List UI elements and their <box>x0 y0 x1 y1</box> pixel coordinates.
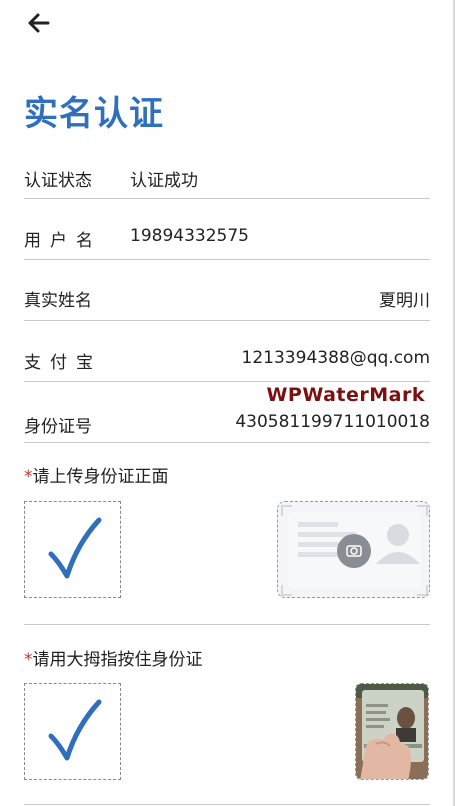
real-name-row: 真实姓名 夏明川 <box>24 278 430 321</box>
alipay-label: 支付宝 <box>24 353 102 373</box>
id-card-camera-icon <box>281 505 428 596</box>
upload-hold-text: 请用大拇指按住身份证 <box>32 650 203 670</box>
bottom-divider <box>24 804 430 805</box>
username-row: 用户名 19894332575 <box>24 218 430 260</box>
upload-front-label: *请上传身份证正面 <box>24 462 169 487</box>
username-value: 19894332575 <box>130 226 249 246</box>
back-button[interactable] <box>26 12 54 36</box>
real-name-label: 真实姓名 <box>24 291 92 311</box>
id-number-label: 身份证号 <box>24 417 92 437</box>
page-title: 实名认证 <box>24 94 164 134</box>
upload-front-text: 请上传身份证正面 <box>32 467 169 487</box>
checkmark-icon <box>48 517 102 579</box>
alipay-value: 1213394388@qq.com <box>241 348 430 368</box>
upload-hold-label: *请用大拇指按住身份证 <box>24 645 203 670</box>
upload-hold-box[interactable] <box>24 683 121 780</box>
status-value: 认证成功 <box>130 171 198 191</box>
checkmark-icon <box>48 699 102 761</box>
status-row: 认证状态 认证成功 <box>24 158 430 199</box>
username-label: 用户名 <box>24 231 102 251</box>
id-number-value: 430581199711010018 <box>235 412 430 432</box>
section-divider <box>24 624 430 625</box>
upload-front-box[interactable] <box>24 501 121 598</box>
id-card-photo <box>356 684 428 779</box>
status-label: 认证状态 <box>24 171 92 191</box>
real-name-value: 夏明川 <box>379 291 430 311</box>
required-mark: * <box>24 467 33 487</box>
id-card-sample-upload[interactable] <box>277 501 430 598</box>
alipay-row: 支付宝 1213394388@qq.com <box>24 340 430 382</box>
id-number-row: 身份证号 430581199711010018 <box>24 400 430 443</box>
arrow-left-icon <box>28 13 50 33</box>
id-card-hold-thumbnail[interactable] <box>355 683 429 780</box>
required-mark: * <box>24 650 33 670</box>
